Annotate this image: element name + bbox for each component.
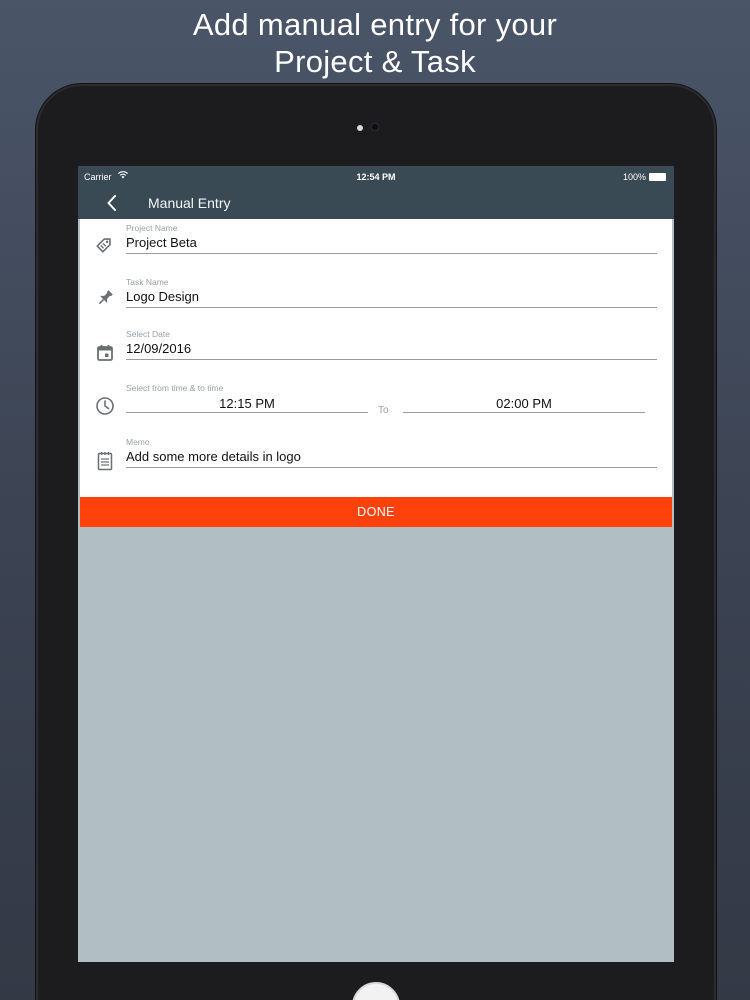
pin-icon <box>94 287 116 309</box>
nav-bar: Manual Entry <box>78 188 674 219</box>
calendar-icon <box>94 342 116 364</box>
promo-line-1: Add manual entry for your <box>192 7 558 42</box>
memo-field[interactable]: Add some more details in logo <box>126 446 657 468</box>
project-name-field[interactable]: Project Beta <box>126 232 657 254</box>
done-button[interactable]: DONE <box>80 497 672 527</box>
promo-headline: Add manual entry for your Project & Task <box>0 6 750 80</box>
task-name-field[interactable]: Logo Design <box>126 286 657 308</box>
back-button[interactable] <box>102 193 122 213</box>
from-time-field[interactable]: 12:15 PM <box>126 391 368 413</box>
battery-icon <box>649 173 666 181</box>
to-label: To <box>378 405 389 416</box>
battery-percent: 100% <box>622 172 646 182</box>
sensor-dot <box>357 125 363 131</box>
clock-icon <box>94 395 116 417</box>
chevron-left-icon <box>107 195 116 211</box>
promo-line-2: Project & Task <box>274 44 476 79</box>
page-title: Manual Entry <box>148 195 231 211</box>
app-screen: Carrier 12:54 PM 100% Manual Entry Proje… <box>78 166 674 962</box>
status-bar: Carrier 12:54 PM 100% <box>78 166 674 188</box>
to-time-field[interactable]: 02:00 PM <box>403 391 645 413</box>
notepad-icon <box>94 450 116 472</box>
camera-icon <box>370 122 380 132</box>
manual-entry-form: Project Name Project Beta Task Name Logo… <box>80 219 672 497</box>
date-field[interactable]: 12/09/2016 <box>126 338 657 360</box>
tag-icon <box>94 233 116 255</box>
status-time: 12:54 PM <box>356 172 396 182</box>
